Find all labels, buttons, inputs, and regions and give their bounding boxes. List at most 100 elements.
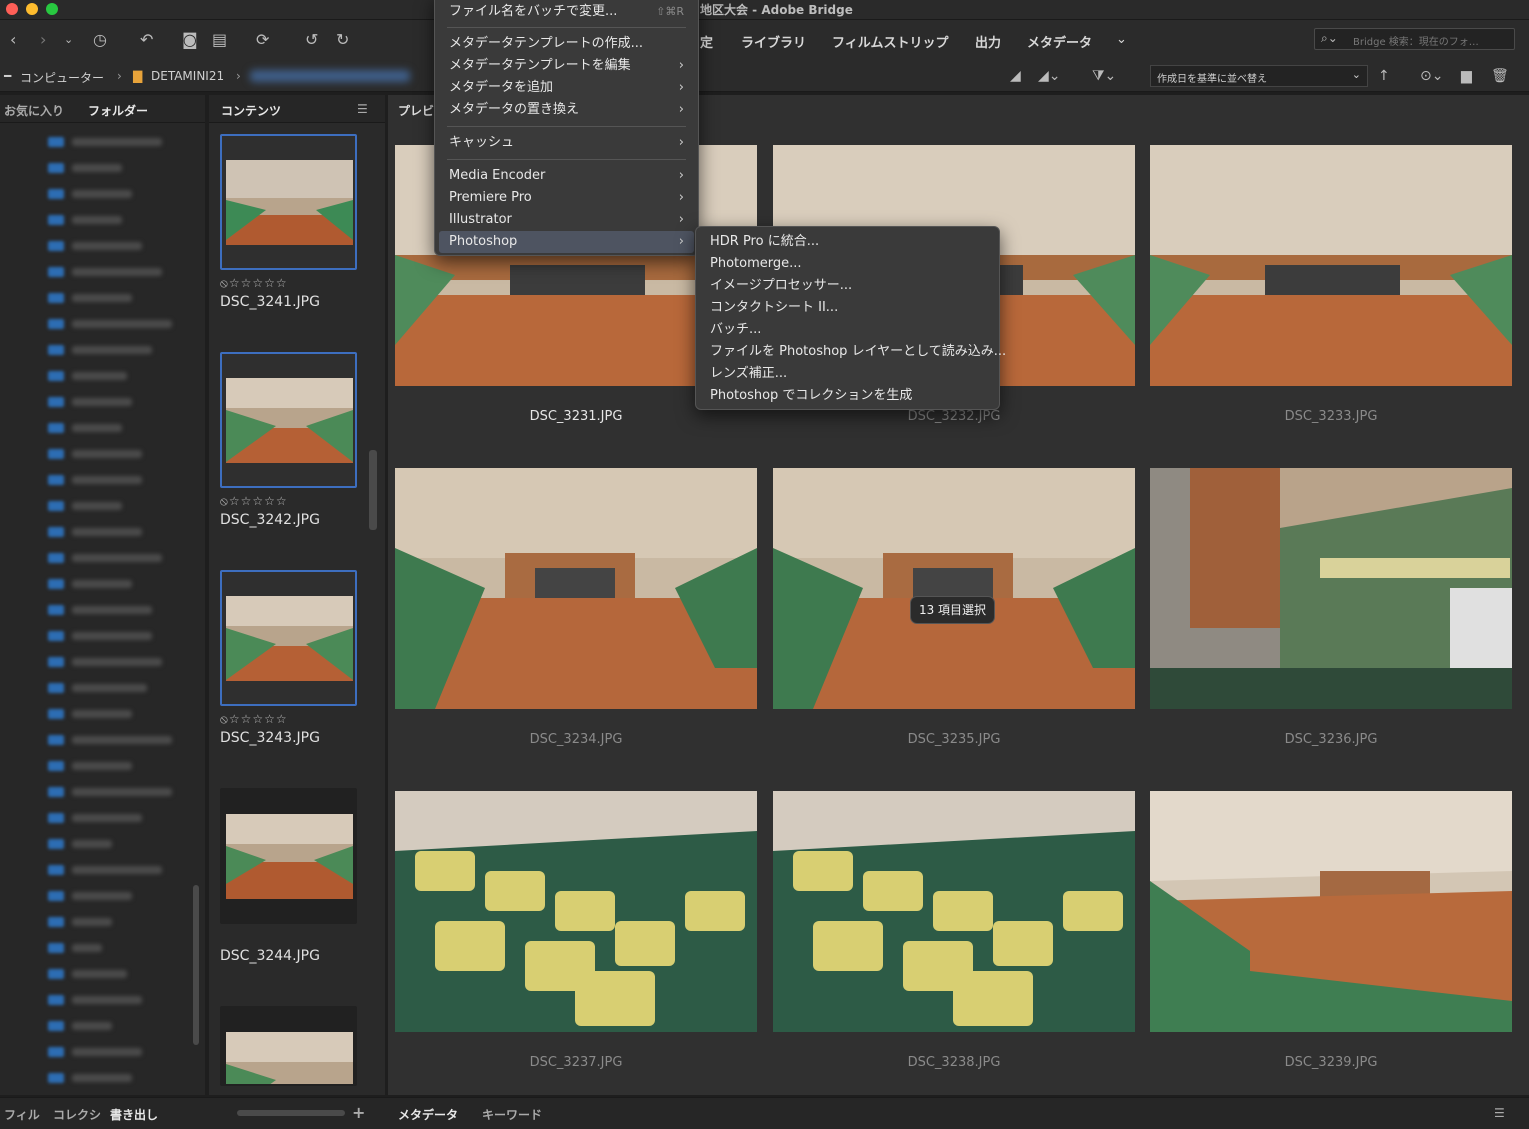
content-thumb-card[interactable]: [220, 570, 357, 706]
rating-stars[interactable]: ⦸☆☆☆☆☆: [220, 276, 288, 291]
content-thumb-card[interactable]: [220, 788, 357, 924]
folder-label-redacted: [72, 424, 122, 432]
menu-item-load-as-layers[interactable]: ファイルを Photoshop レイヤーとして読み込み...: [700, 341, 1006, 363]
folder-icon: [48, 371, 64, 381]
menu-item-create-metadata-template[interactable]: メタデータテンプレートの作成...: [439, 33, 694, 55]
workspace-tab-library[interactable]: ライブラリ: [741, 32, 806, 51]
workspace-tab-essentials[interactable]: 定: [700, 32, 713, 51]
chevron-down-icon[interactable]: ⌄: [64, 30, 73, 50]
new-folder-icon[interactable]: ▆: [1461, 66, 1472, 86]
camera-import-icon[interactable]: ◙: [182, 30, 198, 50]
minimize-window-button[interactable]: [26, 3, 38, 15]
tab-metadata[interactable]: メタデータ: [398, 1106, 458, 1123]
refine-icon[interactable]: ▤: [212, 30, 227, 50]
tab-keywords[interactable]: キーワード: [482, 1106, 542, 1123]
rating-stars[interactable]: ⦸☆☆☆☆☆: [220, 494, 288, 509]
panel-menu-icon[interactable]: ☰: [1494, 1106, 1505, 1120]
menu-item-contact-sheet[interactable]: コンタクトシート II...: [700, 297, 995, 319]
menu-item-edit-metadata-template[interactable]: メタデータテンプレートを編集 ›: [439, 55, 694, 77]
workspace-tab-output[interactable]: 出力: [975, 32, 1001, 51]
panel-menu-icon[interactable]: ☰: [357, 102, 368, 116]
tab-export[interactable]: 書き出し: [110, 1106, 158, 1123]
workspace-tab-filmstrip[interactable]: フィルムストリップ: [832, 32, 948, 51]
folder-label-redacted: [72, 1022, 112, 1030]
tab-preview[interactable]: プレビ: [398, 102, 434, 119]
tab-collections[interactable]: コレクシ: [53, 1106, 101, 1123]
open-recent-icon[interactable]: ⊙⌄: [1420, 66, 1443, 86]
folder-icon: [48, 813, 64, 823]
menu-item-lens-correction[interactable]: レンズ補正...: [700, 363, 995, 385]
breadcrumb-folder[interactable]: DETAMINI21: [151, 69, 224, 83]
grid-thumbnail[interactable]: [773, 468, 1135, 709]
folder-icon: [48, 293, 64, 303]
folder-label-redacted: [72, 944, 102, 952]
content-thumb-card[interactable]: [220, 1006, 357, 1086]
folder-label-redacted: [72, 840, 112, 848]
sort-direction-icon[interactable]: ↑: [1378, 66, 1390, 86]
menu-item-premiere-pro[interactable]: Premiere Pro ›: [439, 187, 694, 209]
search-input[interactable]: ⌕⌄ Bridge 検索：現在のフォ…: [1314, 28, 1515, 50]
chevron-right-icon: ›: [678, 58, 684, 73]
menu-item-append-metadata[interactable]: メタデータを追加 ›: [439, 77, 694, 99]
menu-item-batch[interactable]: バッチ...: [700, 319, 995, 341]
delete-icon[interactable]: 🗑: [1491, 66, 1509, 86]
menu-item-image-processor[interactable]: イメージプロセッサー...: [700, 275, 995, 297]
content-thumb-card[interactable]: [220, 352, 357, 488]
boomerang-icon[interactable]: ↶: [140, 30, 153, 50]
thumbnail-size-slider[interactable]: [237, 1110, 345, 1116]
menu-item-media-encoder[interactable]: Media Encoder ›: [439, 165, 694, 187]
menu-item-illustrator[interactable]: Illustrator ›: [439, 209, 694, 231]
collapse-icon[interactable]: ━: [4, 69, 11, 83]
menu-item-photoshop[interactable]: Photoshop ›: [439, 231, 694, 253]
tab-filter[interactable]: フィル: [4, 1106, 40, 1123]
folder-label-redacted: [72, 268, 162, 276]
close-window-button[interactable]: [6, 3, 18, 15]
folder-icon: [48, 241, 64, 251]
grid-thumbnail[interactable]: [395, 468, 757, 709]
rotate-left-icon[interactable]: ↺: [305, 30, 318, 50]
folder-icon: [48, 943, 64, 953]
folder-icon: [48, 449, 64, 459]
sync-icon[interactable]: ⟳: [256, 30, 269, 50]
folder-icon: [48, 345, 64, 355]
rating-stars[interactable]: ⦸☆☆☆☆☆: [220, 712, 288, 727]
workspace-more-icon[interactable]: ⌄: [1116, 32, 1127, 47]
grid-thumbnail[interactable]: [773, 791, 1135, 1032]
menu-item-label: ファイル名をバッチで変更...: [449, 4, 618, 19]
breadcrumb-computer[interactable]: コンピューター: [20, 69, 104, 86]
bottom-bar: フィル コレクシ 書き出し + メタデータ キーワード ☰: [0, 1097, 1529, 1129]
tab-folders[interactable]: フォルダー: [88, 102, 148, 119]
recent-history-icon[interactable]: ◷: [93, 30, 107, 50]
folders-scrollbar[interactable]: [193, 885, 199, 1045]
tab-favorites[interactable]: お気に入り: [4, 102, 64, 119]
menu-item-hdr-pro[interactable]: HDR Pro に統合...: [700, 231, 995, 253]
zoom-window-button[interactable]: [46, 3, 58, 15]
rotate-right-icon[interactable]: ↻: [336, 30, 349, 50]
quality-icon[interactable]: ◢: [1010, 66, 1021, 86]
folder-label-redacted: [72, 918, 112, 926]
sort-dropdown[interactable]: 作成日を基準に並べ替え ⌄: [1150, 65, 1368, 87]
menu-item-batch-rename[interactable]: ファイル名をバッチで変更... ⇧⌘R: [439, 1, 694, 23]
folder-label-redacted: [72, 762, 132, 770]
menu-item-photomerge[interactable]: Photomerge...: [700, 253, 995, 275]
content-scrollbar[interactable]: [369, 450, 377, 530]
breadcrumb-separator-icon: ›: [117, 69, 122, 83]
menu-item-replace-metadata[interactable]: メタデータの置き換え ›: [439, 99, 694, 121]
workspace-tab-metadata[interactable]: メタデータ: [1027, 32, 1092, 51]
filter-icon[interactable]: ⧩⌄: [1092, 66, 1116, 86]
chevron-right-icon: ›: [678, 168, 684, 183]
add-icon[interactable]: +: [352, 1103, 365, 1122]
menu-item-generate-collection[interactable]: Photoshop でコレクションを生成: [700, 385, 995, 407]
quality-options-icon[interactable]: ◢⌄: [1038, 66, 1061, 86]
menu-item-label: メタデータの置き換え: [449, 102, 580, 117]
content-filename: DSC_3243.JPG: [220, 730, 320, 746]
back-icon[interactable]: ‹: [10, 30, 16, 50]
grid-thumbnail[interactable]: [1150, 791, 1512, 1032]
content-thumb-card[interactable]: [220, 134, 357, 270]
menu-item-cache[interactable]: キャッシュ ›: [439, 132, 694, 154]
forward-icon[interactable]: ›: [40, 30, 46, 50]
tab-content[interactable]: コンテンツ: [221, 102, 281, 119]
grid-thumbnail[interactable]: [395, 791, 757, 1032]
grid-thumbnail[interactable]: [1150, 145, 1512, 386]
grid-thumbnail[interactable]: [1150, 468, 1512, 709]
